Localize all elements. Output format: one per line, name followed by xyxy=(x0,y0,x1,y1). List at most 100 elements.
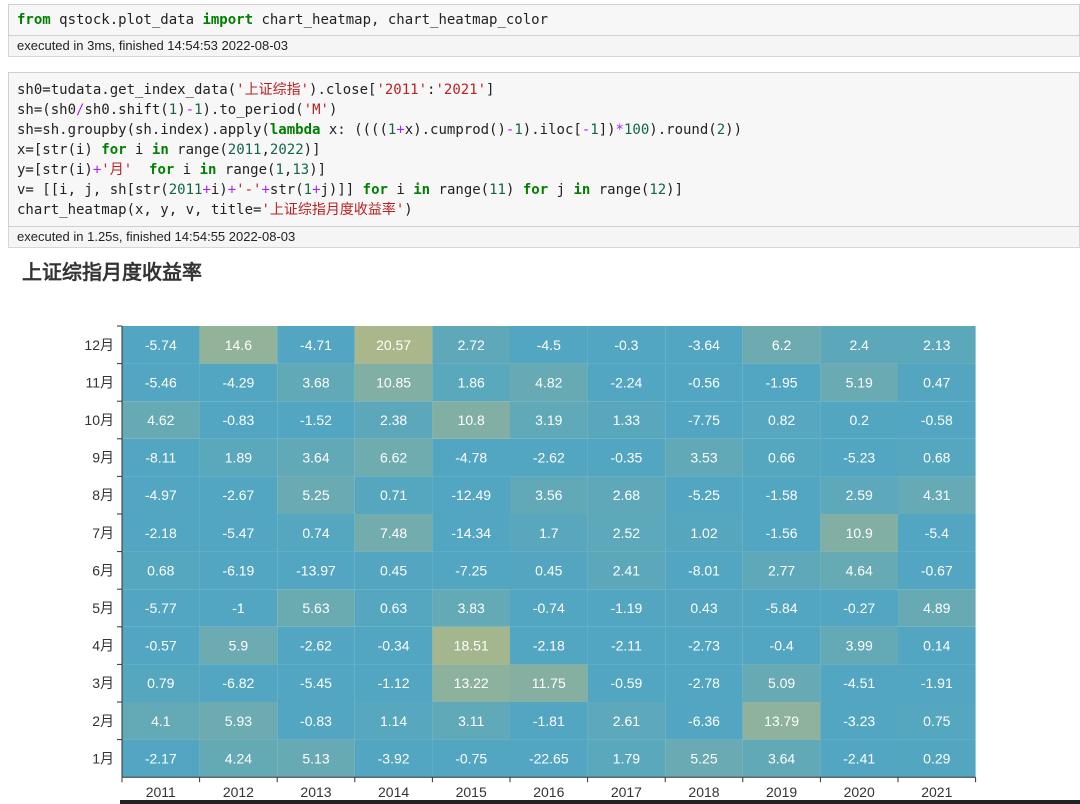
code-token: 1 xyxy=(275,162,284,178)
horizontal-scrollbar[interactable] xyxy=(120,800,1080,804)
code-token: 12 xyxy=(649,182,667,198)
cell-value-label: 14.6 xyxy=(225,337,252,353)
cell-value-label: -5.25 xyxy=(688,487,720,503)
code-line: chart_heatmap(x, y, v, title='上证综指月度收益率'… xyxy=(17,200,1071,220)
cell-value-label: 0.71 xyxy=(380,487,407,503)
cell-value-label: 10.9 xyxy=(846,525,873,541)
cell-value-label: -2.41 xyxy=(843,750,875,766)
cell-value-label: 0.74 xyxy=(302,525,329,541)
cell-value-label: 4.89 xyxy=(923,600,950,616)
y-tick-label: 9月 xyxy=(92,450,114,466)
cell-value-label: 4.1 xyxy=(151,713,171,729)
cell-value-label: 5.25 xyxy=(690,750,717,766)
cell-value-label: -3.23 xyxy=(843,713,875,729)
cell-value-label: -4.51 xyxy=(843,675,875,691)
cell-value-label: -3.92 xyxy=(378,750,410,766)
chart-title: 上证综指月度收益率 xyxy=(22,260,202,284)
code-token: import xyxy=(202,12,254,28)
cell-value-label: 6.62 xyxy=(380,450,407,466)
cell-value-label: -0.4 xyxy=(770,638,794,654)
code-token: j xyxy=(548,182,574,198)
heatmap-chart: -2.17 4.1 0.79 -0.57 -5.77 0.68 -2.18 -4.97 -8.1… xyxy=(84,325,977,800)
code-token: for xyxy=(101,142,127,158)
code-line: x=[str(i) for i in range(2011,2022)] xyxy=(17,140,1071,160)
x-tick-label: 2021 xyxy=(921,784,952,800)
cell-value-label: -0.67 xyxy=(921,562,953,578)
execution-status: executed in 1.25s, finished 14:54:55 202… xyxy=(8,227,1080,248)
cell-value-label: 4.24 xyxy=(225,750,252,766)
cell-value-label: 1.79 xyxy=(613,750,640,766)
code-token: v= [[i, j, sh[str( xyxy=(17,182,169,198)
code-token: , xyxy=(261,142,270,158)
cell-value-label: 1.02 xyxy=(690,525,717,541)
cell-value-label: 0.68 xyxy=(147,562,174,578)
y-tick-label: 4月 xyxy=(92,638,114,654)
x-tick-label: 2014 xyxy=(378,784,409,800)
cell-value-label: -0.57 xyxy=(145,638,177,654)
cell-value-label: 4.82 xyxy=(535,374,562,390)
cell-value-label: 20.57 xyxy=(376,337,411,353)
code-token: sh=(sh0 xyxy=(17,102,77,118)
code-token: range( xyxy=(590,182,650,198)
cell-value-label: 0.45 xyxy=(535,562,562,578)
cell-value-label: 0.2 xyxy=(849,412,869,428)
code-token: 2011 xyxy=(168,182,203,198)
code-line: sh=sh.groupby(sh.index).apply(lambda x: … xyxy=(17,120,1071,140)
code-token: for xyxy=(362,182,388,198)
code-token: '2011' xyxy=(376,82,428,98)
cell-value-label: -1 xyxy=(232,600,245,616)
code-token: range( xyxy=(216,162,276,178)
code-token: + xyxy=(227,182,237,198)
cell-value-label: 7.48 xyxy=(380,525,407,541)
cell-value-label: 0.68 xyxy=(923,450,950,466)
y-tick-label: 12月 xyxy=(84,337,114,353)
cell-value-label: 0.14 xyxy=(923,638,950,654)
code-token: 1 xyxy=(590,122,599,138)
code-line: from qstock.plot_data import chart_heatm… xyxy=(17,10,1071,30)
code-token: i xyxy=(387,182,414,198)
cell-value-label: -2.11 xyxy=(611,638,642,654)
code-token: ) xyxy=(177,102,186,118)
cell-value-label: -7.25 xyxy=(455,562,487,578)
cell-value-label: -6.36 xyxy=(688,713,720,729)
cell-value-label: 2.61 xyxy=(613,713,640,729)
code-token: 1 xyxy=(303,182,313,198)
cell-value-label: 1.7 xyxy=(539,525,559,541)
code-token: 1 xyxy=(194,102,203,118)
code-token: ]) xyxy=(598,122,616,138)
cell-value-label: -6.19 xyxy=(222,562,254,578)
cell-value-label: -1.81 xyxy=(533,713,565,729)
cell-value-label: 0.79 xyxy=(147,675,174,691)
cell-value-label: -1.91 xyxy=(921,675,953,691)
code-token: 1 xyxy=(168,102,178,118)
y-tick-label: 6月 xyxy=(92,562,114,578)
cell-value-label: 1.33 xyxy=(613,412,640,428)
cell-value-label: -2.17 xyxy=(145,750,177,766)
cell-value-label: 6.2 xyxy=(772,337,792,353)
code-editor[interactable]: sh0=tudata.get_index_data('上证综指').close[… xyxy=(9,73,1079,228)
y-tick-label: 3月 xyxy=(92,675,114,691)
y-tick-label: 2月 xyxy=(92,713,114,729)
code-token: i xyxy=(174,162,200,178)
code-cell-heatmap[interactable]: sh0=tudata.get_index_data('上证综指').close[… xyxy=(8,72,1080,227)
code-token: in xyxy=(573,182,591,198)
x-tick-label: 2018 xyxy=(688,784,719,800)
code-token: ) xyxy=(328,102,338,118)
code-editor[interactable]: from qstock.plot_data import chart_heatm… xyxy=(9,5,1079,38)
cell-value-label: 2.38 xyxy=(380,412,407,428)
code-token: 2011 xyxy=(227,142,262,158)
cell-value-label: 10.8 xyxy=(458,412,485,428)
cell-value-label: -5.46 xyxy=(145,374,177,390)
cell-value-label: -5.74 xyxy=(145,337,177,353)
code-cell-import[interactable]: from qstock.plot_data import chart_heatm… xyxy=(8,4,1080,36)
code-token: 1 xyxy=(514,122,523,138)
code-token: j)]] xyxy=(320,182,363,198)
cell-value-label: -22.65 xyxy=(529,750,569,766)
code-line: sh=(sh0/sh0.shift(1)-1).to_period('M') xyxy=(17,100,1071,120)
cell-value-label: 0.47 xyxy=(923,374,950,390)
cell-value-label: 11.75 xyxy=(532,675,566,691)
code-token: ).round( xyxy=(649,122,717,138)
cell-value-label: -5.23 xyxy=(843,450,875,466)
cell-value-label: 3.11 xyxy=(458,713,484,729)
